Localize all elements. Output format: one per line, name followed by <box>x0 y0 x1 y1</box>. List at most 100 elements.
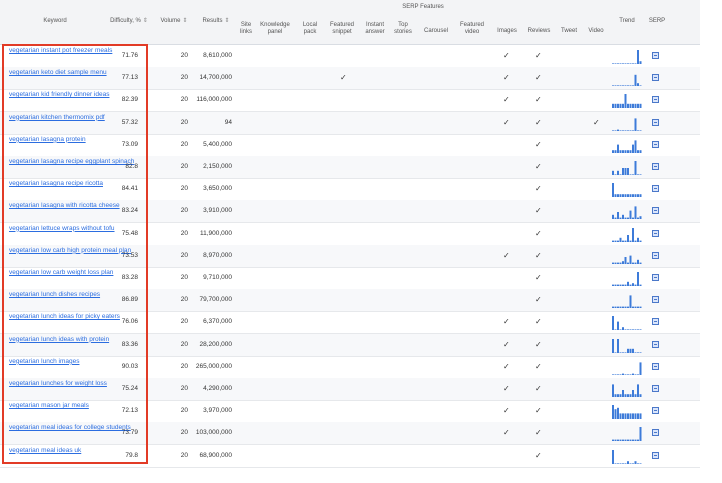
trend-bar <box>637 306 639 309</box>
trend-bar <box>639 240 642 242</box>
trend-bar <box>637 413 639 420</box>
serp-preview-icon[interactable] <box>652 118 659 126</box>
trend-bar <box>637 149 639 153</box>
serp-preview-icon[interactable] <box>652 163 659 170</box>
trend-bar <box>624 413 627 420</box>
video-check-icon: ✓ <box>593 117 600 127</box>
serp-preview-icon[interactable] <box>652 429 659 437</box>
images-check-icon: ✓ <box>503 73 510 83</box>
trend-bar <box>622 260 624 264</box>
serp-preview-icon[interactable] <box>652 140 659 148</box>
trend-bar <box>612 104 614 109</box>
trend-bar <box>629 439 632 442</box>
featured-snippet-check-icon: ✓ <box>340 73 347 83</box>
images-check-icon: ✓ <box>503 250 510 260</box>
serp-preview-icon[interactable] <box>652 318 659 326</box>
results-value: 116,000,000 <box>196 96 232 104</box>
trend-bar <box>627 439 629 442</box>
reviews-check-icon: ✓ <box>535 51 542 60</box>
keyword-column-header[interactable]: Keyword <box>30 18 80 25</box>
trend-bar <box>624 306 627 309</box>
reviews-check-icon: ✓ <box>535 273 542 282</box>
trend-bar <box>634 63 637 64</box>
trend-bar <box>634 240 637 242</box>
trend-bar <box>637 329 639 331</box>
reviews-check-icon: ✓ <box>535 450 542 460</box>
trend-bar <box>612 439 614 442</box>
trend-bar <box>614 63 617 64</box>
trend-bar <box>612 284 614 286</box>
table-header: Keyword Difficulty, % ⇕ Volume ⇕ Results ⇕ … <box>0 0 700 45</box>
trend-bar <box>624 149 627 153</box>
trend-sparkline <box>612 295 642 309</box>
volume-value: 20 <box>180 362 188 370</box>
trend-bar <box>629 462 632 464</box>
trend-sparkline <box>612 449 642 464</box>
serp-preview-icon[interactable] <box>652 407 659 415</box>
trend-bar <box>632 373 634 375</box>
trend-bar <box>612 306 614 309</box>
reviews-check-icon: ✓ <box>535 95 542 105</box>
trend-bar <box>639 85 642 87</box>
serp-preview-icon[interactable] <box>652 185 659 193</box>
difficulty-value: 86.89 <box>121 296 138 304</box>
trend-bar <box>614 284 617 286</box>
serp-preview-icon[interactable] <box>652 340 659 348</box>
sort-icon[interactable]: ⇕ <box>182 18 187 24</box>
trend-bar <box>632 194 634 198</box>
results-value: 265,000,000 <box>195 362 232 370</box>
volume-value: 20 <box>180 96 188 104</box>
trend-bar <box>612 215 614 220</box>
trend-bar <box>619 306 622 309</box>
trend-bar <box>627 234 629 242</box>
serp-preview-icon[interactable] <box>652 296 659 304</box>
serp-preview-icon[interactable] <box>652 229 659 237</box>
serp-preview-icon[interactable] <box>652 96 659 104</box>
trend-bar <box>629 149 632 153</box>
trend-bar <box>617 374 619 375</box>
trend-bar <box>622 194 624 198</box>
trend-bar <box>639 462 642 464</box>
results-value: 8,970,000 <box>203 251 232 259</box>
trend-bar <box>632 262 634 264</box>
trend-bar <box>614 85 617 87</box>
table-row: vegetarian lettuce wraps without tofu 75.… <box>0 223 700 246</box>
sort-icon[interactable]: ⇕ <box>224 18 229 24</box>
trend-bar <box>627 348 629 353</box>
trend-bar <box>619 439 622 442</box>
trend-bar <box>634 306 637 309</box>
serp-preview-icon[interactable] <box>652 451 659 459</box>
trend-sparkline <box>612 362 642 375</box>
sort-icon[interactable]: ⇕ <box>143 18 148 24</box>
difficulty-value: 82.8 <box>125 163 138 170</box>
trend-header: Trend <box>619 18 635 24</box>
local-pack-header: Local pack <box>302 22 318 35</box>
trend-sparkline <box>612 206 642 220</box>
trend-bar <box>619 174 622 175</box>
trend-bar <box>629 295 632 309</box>
trend-bar <box>612 374 614 375</box>
reviews-check-icon: ✓ <box>535 406 542 416</box>
volume-column-header[interactable]: Volume ⇕ <box>155 18 193 25</box>
results-value: 79,700,000 <box>199 296 232 304</box>
serp-preview-icon[interactable] <box>652 52 659 59</box>
trend-bar <box>634 194 637 198</box>
volume-value: 20 <box>180 163 188 170</box>
results-column-header[interactable]: Results ⇕ <box>196 18 236 25</box>
serp-preview-icon[interactable] <box>652 207 659 215</box>
trend-bar <box>614 329 617 331</box>
serp-preview-icon[interactable] <box>652 74 659 82</box>
trend-bar <box>637 462 639 464</box>
serp-preview-icon[interactable] <box>652 251 659 259</box>
trend-bar <box>627 413 629 420</box>
trend-bar <box>627 217 629 220</box>
serp-preview-icon[interactable] <box>652 385 659 392</box>
images-check-icon: ✓ <box>503 361 510 371</box>
trend-bar <box>629 85 632 87</box>
trend-bar <box>614 262 617 264</box>
difficulty-value: 73.79 <box>121 429 138 437</box>
difficulty-column-header[interactable]: Difficulty, % ⇕ <box>104 18 154 25</box>
volume-value: 20 <box>180 118 188 126</box>
serp-preview-icon[interactable] <box>652 362 659 370</box>
serp-preview-icon[interactable] <box>652 274 659 281</box>
